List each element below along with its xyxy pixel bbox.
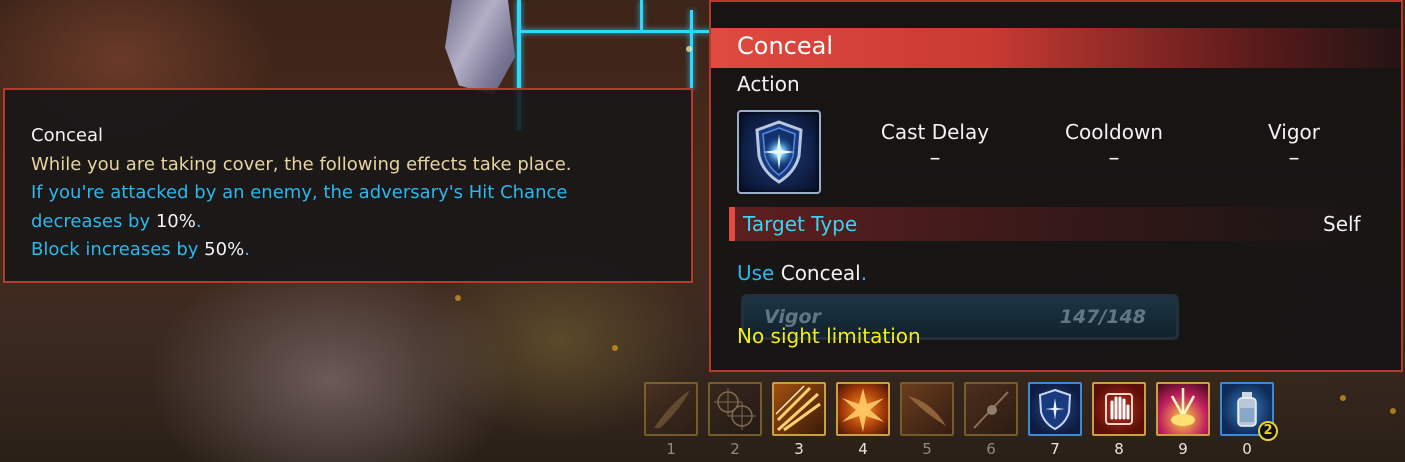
- hotbar-key-label: 7: [1050, 440, 1060, 458]
- stat-value: –: [1108, 146, 1120, 171]
- stat-value: –: [1288, 146, 1300, 171]
- stat-vigor: Vigor –: [1214, 120, 1374, 171]
- use-end: .: [860, 261, 868, 285]
- skill-description-panel: Conceal While you are taking cover, the …: [3, 88, 693, 283]
- feather-slash-icon: [654, 390, 690, 428]
- description-line: decreases by 10%.: [31, 208, 691, 237]
- explosion-burst-icon: [842, 388, 884, 432]
- stat-cast-delay: Cast Delay –: [855, 120, 1015, 171]
- fire-swipe-icon: [908, 396, 946, 426]
- skill-type: Action: [737, 72, 800, 96]
- burst-up-icon: [1170, 388, 1196, 426]
- description-value: 50%: [204, 239, 245, 260]
- grid-line: [640, 0, 643, 30]
- skill-title-bar: Conceal: [711, 28, 1401, 68]
- skill-title: Conceal: [737, 32, 833, 60]
- ember-particle: [686, 46, 692, 52]
- target-type-value: Self: [1323, 212, 1361, 236]
- spark-shot-icon: [973, 391, 1009, 429]
- hotbar-slot-2[interactable]: [708, 382, 762, 436]
- description-text: .: [195, 210, 202, 232]
- stat-label: Cooldown: [1065, 120, 1163, 144]
- hotbar-slot-8[interactable]: [1092, 382, 1146, 436]
- hotbar-slot-9[interactable]: [1156, 382, 1210, 436]
- hotbar-slot-4[interactable]: [836, 382, 890, 436]
- hotbar-key-label: 6: [986, 440, 996, 458]
- description-text: .: [244, 239, 250, 260]
- resource-value: 147/148: [1059, 306, 1146, 328]
- stat-cooldown: Cooldown –: [1034, 120, 1194, 171]
- hotbar-slot-3[interactable]: [772, 382, 826, 436]
- ember-particle: [1340, 395, 1346, 401]
- range-text: No sight limitation: [737, 324, 921, 348]
- hotbar-slot-6[interactable]: [964, 382, 1018, 436]
- crosshair-icon: [714, 388, 756, 430]
- bullet-burst-icon: [775, 385, 821, 432]
- hotbar-key-label: 1: [666, 440, 676, 458]
- hotbar-slot-5[interactable]: [900, 382, 954, 436]
- use-word: Use: [737, 261, 775, 285]
- use-description: Use Conceal.: [737, 261, 867, 285]
- item-count-badge: 2: [1258, 421, 1278, 441]
- stat-label: Cast Delay: [880, 120, 990, 144]
- shield-icon: [1038, 388, 1072, 431]
- target-type-row: Target Type Self: [729, 207, 1369, 241]
- shield-icon: [737, 110, 821, 194]
- description-line: Block increases by 50%.: [31, 236, 691, 265]
- hotbar-key-label: 0: [1242, 440, 1252, 458]
- hotbar-key-label: 3: [794, 440, 804, 458]
- hotbar-key-label: 4: [858, 440, 868, 458]
- ember-particle: [612, 345, 618, 351]
- hotbar-key-label: 9: [1178, 440, 1188, 458]
- description-line: If you're attacked by an enemy, the adve…: [31, 182, 568, 203]
- ember-particle: [1390, 408, 1396, 414]
- ember-particle: [455, 295, 461, 301]
- hotbar-key-label: 8: [1114, 440, 1124, 458]
- hand-stop-icon: [1105, 393, 1133, 425]
- hotbar-key-label: 5: [922, 440, 932, 458]
- description-value: 10%: [155, 210, 196, 232]
- hotbar-slot-7[interactable]: [1028, 382, 1082, 436]
- hotbar-key-label: 2: [730, 440, 740, 458]
- description-text: decreases by: [31, 210, 156, 232]
- description-line: While you are taking cover, the followin…: [31, 153, 572, 175]
- stat-label: Vigor: [1268, 120, 1320, 144]
- hotbar-slot-1[interactable]: [644, 382, 698, 436]
- description-text: Block increases by: [31, 239, 205, 260]
- crystal-rock: [445, 0, 515, 95]
- grid-line: [517, 30, 712, 33]
- description-skill-name: Conceal: [31, 125, 103, 146]
- target-type-label: Target Type: [743, 212, 858, 236]
- skill-detail-panel: Conceal Action Cast Delay – Cooldown – V…: [709, 0, 1403, 372]
- use-skill-name: Conceal: [780, 261, 861, 285]
- stat-value: –: [929, 146, 941, 171]
